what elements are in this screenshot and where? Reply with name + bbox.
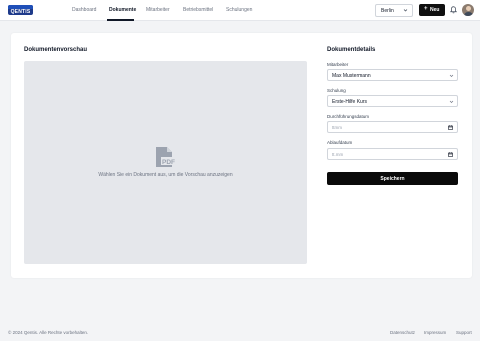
expiry-date-label: Ablaufdatum <box>327 140 353 145</box>
svg-text:PDF: PDF <box>162 159 175 166</box>
calendar-icon[interactable] <box>448 124 453 130</box>
training-select-value: Erste-Hilfe Kurs <box>332 98 368 105</box>
location-select[interactable]: Berlin <box>375 4 413 17</box>
details-title: Dokumentdetails <box>327 47 376 53</box>
nav-item-dokumente[interactable]: Dokumente <box>109 7 136 13</box>
location-select-value: Berlin <box>381 8 394 14</box>
footer-link-datenschutz[interactable]: Datenschutz <box>390 330 415 335</box>
chevron-down-icon <box>403 9 408 12</box>
avatar-body <box>463 11 473 16</box>
employee-select[interactable]: Max Mustermann <box>327 69 458 81</box>
save-button-label: Speichern <box>380 175 405 182</box>
bell-icon[interactable] <box>450 6 457 14</box>
qentis-logo[interactable]: QENTIS <box>8 5 33 15</box>
preview-title: Dokumentenvorschau <box>24 47 88 53</box>
nav-item-mitarbeiter[interactable]: Mitarbeiter <box>146 7 170 13</box>
footer-link-impressum[interactable]: Impressum <box>424 330 446 335</box>
nav-item-dashboard[interactable]: Dashboard <box>72 7 96 13</box>
avatar-head <box>465 6 471 11</box>
user-avatar[interactable] <box>462 4 474 16</box>
nav-item-schulungen[interactable]: Schulungen <box>226 7 252 13</box>
top-navigation-bar: QENTIS Dashboard Dokumente Mitarbeiter B… <box>0 0 480 21</box>
expiry-date-input[interactable]: tt.mm <box>327 148 458 160</box>
employee-label: Mitarbeiter <box>327 62 349 67</box>
new-button-label: Neu <box>430 7 440 13</box>
footer-link-support[interactable]: Support <box>456 330 472 335</box>
preview-empty-text: Wählen Sie ein Dokument aus, um die Vors… <box>98 172 233 178</box>
employee-select-value: Max Mustermann <box>332 72 371 79</box>
save-button[interactable]: Speichern <box>327 172 458 185</box>
pdf-file-icon: PDF <box>156 147 175 167</box>
new-button[interactable]: + Neu <box>419 4 445 16</box>
plus-icon: + <box>424 6 428 12</box>
chevron-down-icon <box>449 100 454 103</box>
training-label: Schulung <box>327 88 346 93</box>
execution-date-placeholder: ttmm <box>332 124 342 130</box>
expiry-date-placeholder: tt.mm <box>332 151 344 157</box>
execution-date-input[interactable]: ttmm <box>327 121 458 133</box>
active-nav-indicator <box>107 19 134 21</box>
execution-date-label: Durchführungsdatum <box>327 114 370 119</box>
training-select[interactable]: Erste-Hilfe Kurs <box>327 95 458 107</box>
calendar-icon[interactable] <box>448 151 453 157</box>
nav-item-betriebsmittel[interactable]: Betriebsmittel <box>183 7 213 13</box>
copyright-text: © 2024 Qentis. Alle Rechte vorbehalten. <box>8 330 89 335</box>
logo-text: QENTIS <box>10 8 31 15</box>
chevron-down-icon <box>449 74 454 77</box>
